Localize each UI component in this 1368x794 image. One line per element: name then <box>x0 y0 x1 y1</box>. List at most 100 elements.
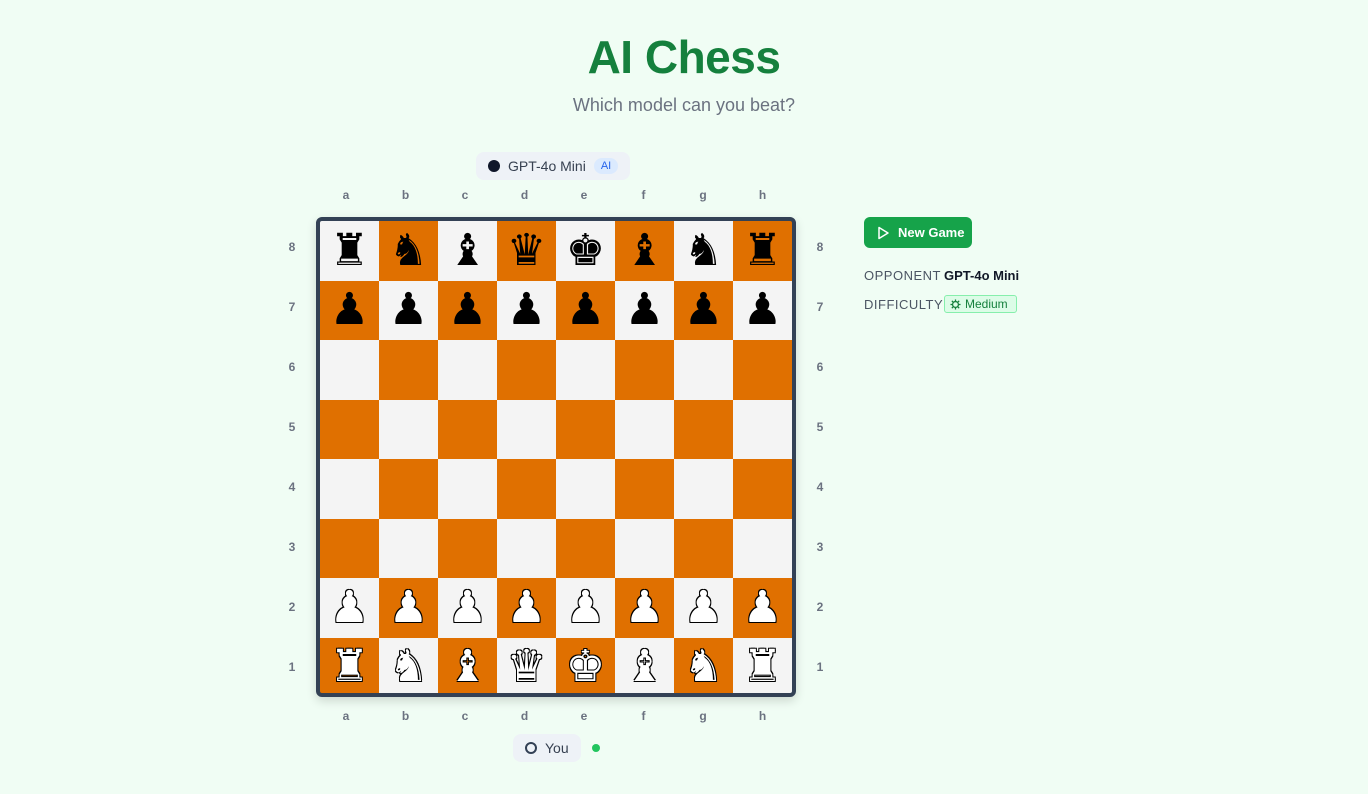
square-e4[interactable] <box>556 459 615 519</box>
square-g6[interactable] <box>674 340 733 400</box>
white-pawn-piece[interactable]: ♟ <box>389 585 428 630</box>
black-pawn-piece[interactable]: ♟ <box>743 288 782 332</box>
square-h7[interactable]: ♟ <box>733 280 792 340</box>
square-d3[interactable] <box>497 518 556 578</box>
square-c6[interactable] <box>438 340 497 400</box>
square-f1[interactable]: ♝ <box>615 637 674 693</box>
square-d7[interactable]: ♟ <box>497 280 556 340</box>
square-g1[interactable]: ♞ <box>674 637 733 693</box>
rank-label-1-left: 1 <box>288 660 296 674</box>
square-c3[interactable] <box>438 518 497 578</box>
black-queen-piece[interactable]: ♛ <box>507 228 546 273</box>
square-e2[interactable]: ♟ <box>556 578 615 638</box>
black-pawn-piece[interactable]: ♟ <box>448 288 487 332</box>
square-e6[interactable] <box>556 340 615 400</box>
square-h4[interactable] <box>733 459 792 519</box>
square-a3[interactable] <box>320 518 379 578</box>
white-bishop-piece[interactable]: ♝ <box>625 645 664 689</box>
square-b7[interactable]: ♟ <box>379 280 438 340</box>
square-c2[interactable]: ♟ <box>438 578 497 638</box>
square-g2[interactable]: ♟ <box>674 578 733 638</box>
white-pawn-piece[interactable]: ♟ <box>330 585 369 630</box>
black-pawn-piece[interactable]: ♟ <box>684 288 723 332</box>
square-f6[interactable] <box>615 340 674 400</box>
black-pawn-piece[interactable]: ♟ <box>625 288 664 332</box>
square-c7[interactable]: ♟ <box>438 280 497 340</box>
square-f8[interactable]: ♝ <box>615 221 674 281</box>
chess-board[interactable]: ♜ ♞ ♝ ♛ ♚ ♝ ♞ ♜ ♟ ♟ ♟ ♟ ♟ ♟ ♟ ♟ ♟ ♟ ♟ ♟ ♟ ♟ ♟ ♟ ♜ ♞ ♝ ♛ ♚ ♝ ♞ ♜ <box>316 217 796 697</box>
white-pawn-piece[interactable]: ♟ <box>684 585 723 630</box>
square-b6[interactable] <box>379 340 438 400</box>
black-pawn-piece[interactable]: ♟ <box>330 288 369 332</box>
white-pawn-piece[interactable]: ♟ <box>448 585 487 630</box>
square-h5[interactable] <box>733 399 792 459</box>
black-pawn-piece[interactable]: ♟ <box>507 288 546 332</box>
square-b1[interactable]: ♞ <box>379 637 438 693</box>
square-h6[interactable] <box>733 340 792 400</box>
black-knight-piece[interactable]: ♞ <box>389 228 428 273</box>
square-c5[interactable] <box>438 399 497 459</box>
white-queen-piece[interactable]: ♛ <box>507 645 546 689</box>
square-a4[interactable] <box>320 459 379 519</box>
square-h3[interactable] <box>733 518 792 578</box>
black-bishop-piece[interactable]: ♝ <box>625 228 664 273</box>
black-pawn-piece[interactable]: ♟ <box>389 288 428 332</box>
square-c1[interactable]: ♝ <box>438 637 497 693</box>
white-pawn-piece[interactable]: ♟ <box>743 585 782 630</box>
black-pawn-piece[interactable]: ♟ <box>566 288 605 332</box>
square-d1[interactable]: ♛ <box>497 637 556 693</box>
square-b3[interactable] <box>379 518 438 578</box>
square-e7[interactable]: ♟ <box>556 280 615 340</box>
square-a6[interactable] <box>320 340 379 400</box>
square-a8[interactable]: ♜ <box>320 221 379 281</box>
square-g3[interactable] <box>674 518 733 578</box>
square-b4[interactable] <box>379 459 438 519</box>
white-rook-piece[interactable]: ♜ <box>743 645 782 689</box>
file-label-f-bottom: f <box>641 709 646 723</box>
square-f5[interactable] <box>615 399 674 459</box>
black-rook-piece[interactable]: ♜ <box>743 228 782 273</box>
square-e8[interactable]: ♚ <box>556 221 615 281</box>
square-g4[interactable] <box>674 459 733 519</box>
square-d8[interactable]: ♛ <box>497 221 556 281</box>
square-e3[interactable] <box>556 518 615 578</box>
white-knight-piece[interactable]: ♞ <box>389 645 428 689</box>
white-pawn-piece[interactable]: ♟ <box>566 585 605 630</box>
square-a5[interactable] <box>320 399 379 459</box>
square-a7[interactable]: ♟ <box>320 280 379 340</box>
square-f2[interactable]: ♟ <box>615 578 674 638</box>
square-d5[interactable] <box>497 399 556 459</box>
white-rook-piece[interactable]: ♜ <box>330 645 369 689</box>
square-f3[interactable] <box>615 518 674 578</box>
square-a2[interactable]: ♟ <box>320 578 379 638</box>
square-b2[interactable]: ♟ <box>379 578 438 638</box>
black-knight-piece[interactable]: ♞ <box>684 228 723 273</box>
square-g5[interactable] <box>674 399 733 459</box>
white-bishop-piece[interactable]: ♝ <box>448 645 487 689</box>
square-b8[interactable]: ♞ <box>379 221 438 281</box>
white-knight-piece[interactable]: ♞ <box>684 645 723 689</box>
black-rook-piece[interactable]: ♜ <box>330 228 369 273</box>
white-pawn-piece[interactable]: ♟ <box>625 585 664 630</box>
black-king-piece[interactable]: ♚ <box>566 228 605 273</box>
white-king-piece[interactable]: ♚ <box>566 645 605 689</box>
square-g7[interactable]: ♟ <box>674 280 733 340</box>
white-pawn-piece[interactable]: ♟ <box>507 585 546 630</box>
square-b5[interactable] <box>379 399 438 459</box>
square-c4[interactable] <box>438 459 497 519</box>
square-d2[interactable]: ♟ <box>497 578 556 638</box>
square-c8[interactable]: ♝ <box>438 221 497 281</box>
square-h8[interactable]: ♜ <box>733 221 792 281</box>
square-g8[interactable]: ♞ <box>674 221 733 281</box>
square-e5[interactable] <box>556 399 615 459</box>
square-h2[interactable]: ♟ <box>733 578 792 638</box>
square-d4[interactable] <box>497 459 556 519</box>
square-a1[interactable]: ♜ <box>320 637 379 693</box>
new-game-button[interactable]: New Game <box>864 217 972 248</box>
square-h1[interactable]: ♜ <box>733 637 792 693</box>
square-f7[interactable]: ♟ <box>615 280 674 340</box>
square-e1[interactable]: ♚ <box>556 637 615 693</box>
square-f4[interactable] <box>615 459 674 519</box>
square-d6[interactable] <box>497 340 556 400</box>
black-bishop-piece[interactable]: ♝ <box>448 228 487 273</box>
